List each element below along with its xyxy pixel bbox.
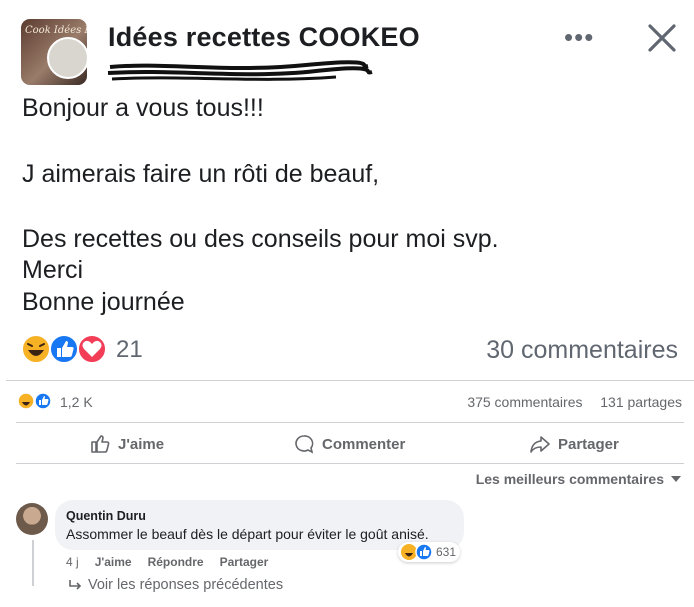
post-line-closing: Bonne journée bbox=[22, 288, 185, 316]
post-line-greeting: Bonjour a vous tous!!! bbox=[22, 94, 264, 122]
thread-line bbox=[32, 540, 64, 586]
outer-meta: 375 commentaires 131 partages bbox=[467, 394, 682, 410]
outer-comment-count[interactable]: 375 commentaires bbox=[467, 394, 582, 410]
comment-time[interactable]: 4 j bbox=[66, 555, 79, 569]
comment-sort-label: Les meilleurs commentaires bbox=[475, 471, 664, 487]
haha-reaction-icon bbox=[21, 334, 51, 364]
post-line-ask: Des recettes ou des conseils pour moi sv… bbox=[22, 225, 499, 253]
reaction-count[interactable]: 21 bbox=[116, 336, 143, 364]
comment-reply-link[interactable]: Répondre bbox=[148, 555, 204, 569]
comment-actions: 4 j J'aime Répondre Partager bbox=[66, 555, 268, 569]
comment-like-link[interactable]: J'aime bbox=[95, 555, 132, 569]
share-icon bbox=[530, 436, 550, 453]
outer-share-count[interactable]: 131 partages bbox=[600, 394, 682, 410]
post-line-thanks: Merci bbox=[22, 256, 84, 284]
group-title[interactable]: Idées recettes COOKEO bbox=[108, 22, 420, 53]
group-avatar-photo bbox=[47, 37, 87, 79]
comment-button[interactable]: Commenter bbox=[294, 430, 405, 458]
comment-text: Assommer le beauf dès le départ pour évi… bbox=[66, 526, 429, 542]
comment-icon bbox=[295, 435, 314, 454]
comment-count[interactable]: 30 commentaires bbox=[486, 336, 678, 365]
redaction-scribble bbox=[107, 60, 373, 81]
close-icon[interactable] bbox=[644, 20, 680, 56]
group-avatar[interactable]: Cook Idées R bbox=[21, 19, 87, 85]
group-avatar-caption: Cook Idées R bbox=[25, 25, 87, 36]
outer-reaction-count[interactable]: 1,2 K bbox=[60, 394, 93, 410]
avatar[interactable] bbox=[16, 503, 48, 535]
outer-reaction-icons[interactable] bbox=[17, 392, 55, 410]
post-line-request: J aimerais faire un rôti de beauf, bbox=[22, 160, 380, 188]
like-reaction-icon bbox=[415, 543, 433, 561]
comment-button-label: Commenter bbox=[322, 435, 406, 453]
comment-sort-dropdown[interactable]: Les meilleurs commentaires bbox=[476, 471, 682, 487]
see-previous-label: Voir les réponses précédentes bbox=[88, 577, 284, 593]
share-button-label: Partager bbox=[558, 435, 619, 453]
comment-author[interactable]: Quentin Duru bbox=[66, 509, 146, 523]
comment-share-link[interactable]: Partager bbox=[220, 555, 269, 569]
share-button[interactable]: Partager bbox=[530, 430, 619, 458]
divider bbox=[6, 380, 694, 381]
reaction-icons[interactable] bbox=[20, 333, 112, 365]
chevron-down-icon bbox=[671, 476, 681, 482]
divider bbox=[16, 422, 684, 423]
like-button[interactable]: J'aime bbox=[90, 430, 164, 458]
comment-reactions[interactable]: 631 bbox=[398, 542, 461, 562]
more-icon[interactable]: ••• bbox=[564, 24, 594, 50]
like-button-label: J'aime bbox=[118, 435, 165, 453]
divider bbox=[16, 463, 684, 464]
thumbs-up-icon bbox=[91, 435, 110, 453]
see-previous-replies[interactable]: Voir les réponses précédentes bbox=[68, 577, 283, 593]
love-reaction-icon bbox=[77, 334, 107, 364]
like-reaction-icon bbox=[34, 392, 52, 410]
like-reaction-icon bbox=[49, 334, 79, 364]
comment-reaction-count: 631 bbox=[436, 545, 457, 559]
haha-reaction-icon bbox=[17, 392, 35, 410]
reply-arrow-icon bbox=[69, 580, 82, 590]
